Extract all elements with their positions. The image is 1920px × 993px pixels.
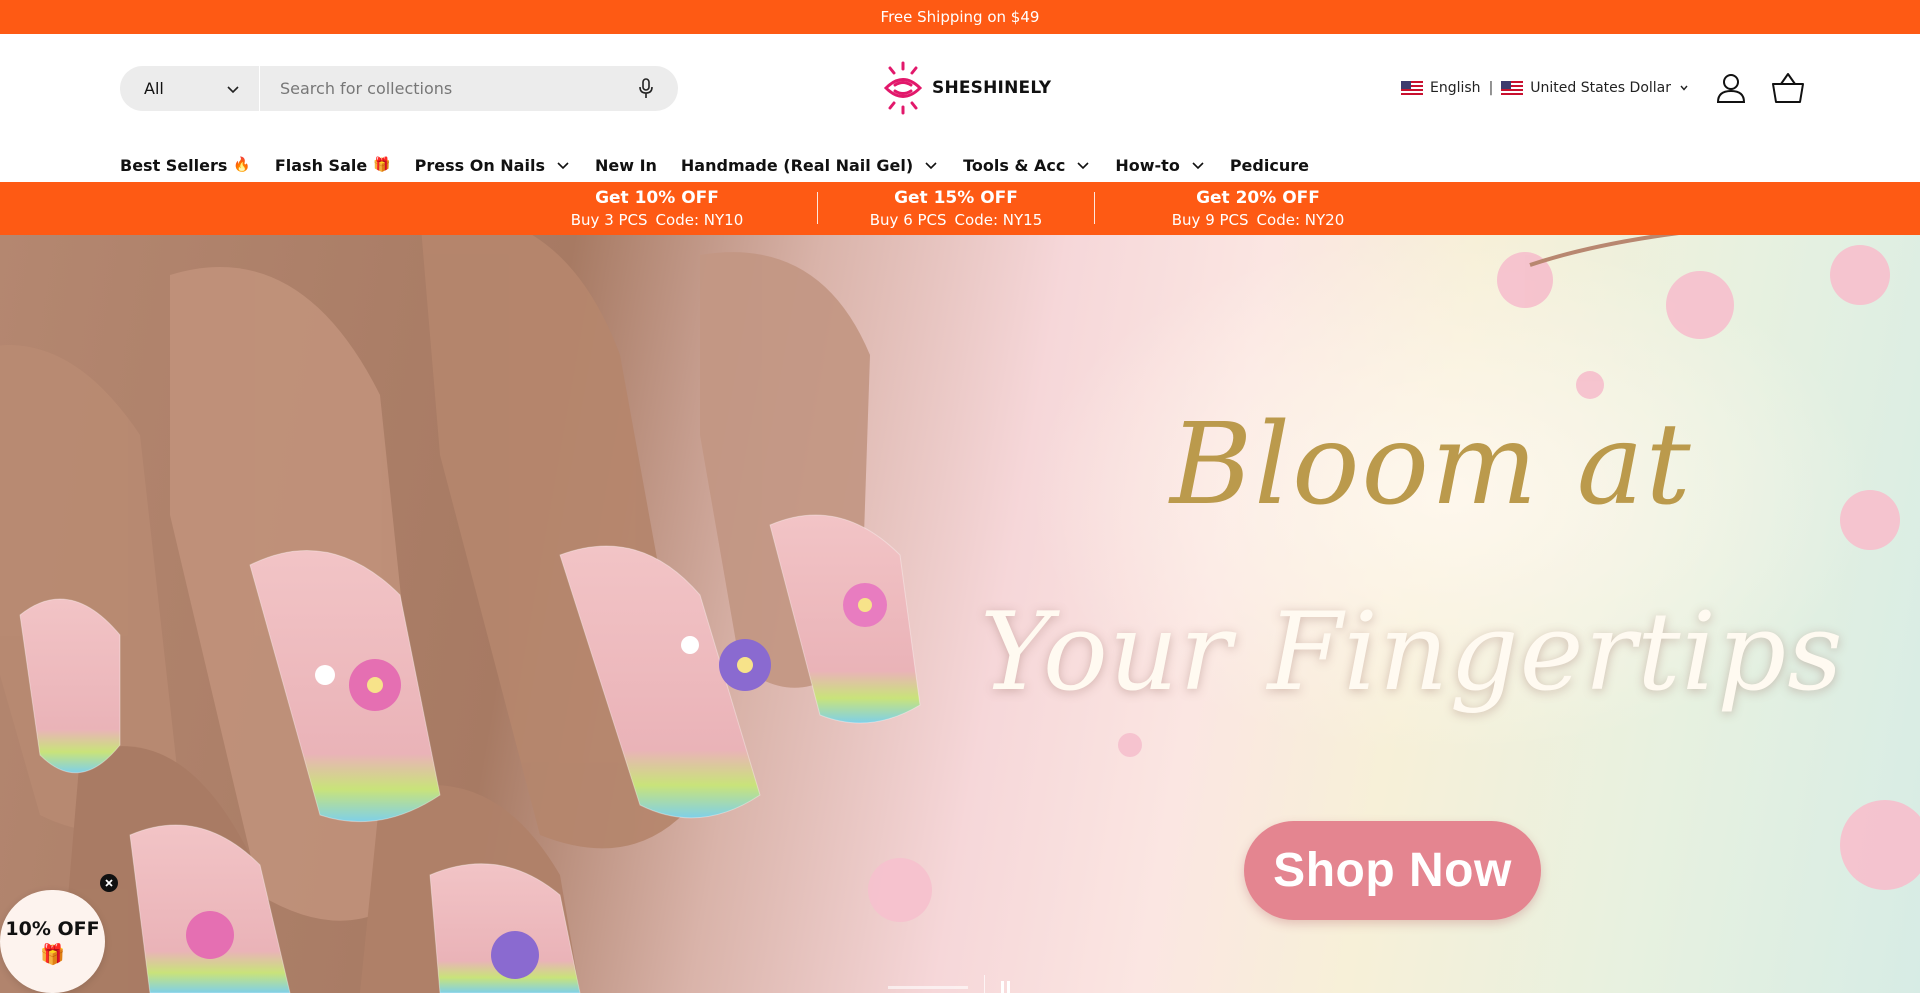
promo-divider <box>1094 192 1095 224</box>
promo-code: Code: NY20 <box>1256 211 1345 229</box>
promo-details: Buy 3 PCS Code: NY10 <box>527 211 787 229</box>
announcement-bar: Free Shipping on $49 <box>0 0 1920 34</box>
promo-item[interactable]: Get 20% OFF Buy 9 PCS Code: NY20 <box>1128 182 1388 235</box>
site-logo[interactable]: SHESHINELY <box>882 60 1051 116</box>
announcement-text: Free Shipping on $49 <box>880 8 1040 26</box>
promo-title: Get 10% OFF <box>595 188 719 208</box>
hero-headline-line2: Your Fingertips <box>980 590 1844 715</box>
logo-mark-icon <box>883 61 923 115</box>
nav-handmade-label: Handmade (Real Nail Gel) <box>680 155 914 175</box>
gift-icon: 🎁 <box>40 941 65 966</box>
promo-code: Code: NY15 <box>954 211 1043 229</box>
promo-strip: Get 10% OFF Buy 3 PCS Code: NY10 Get 15% … <box>0 182 1920 235</box>
us-flag-icon <box>1501 81 1524 95</box>
search-category-label: All <box>144 79 164 98</box>
promo-qty: Buy 3 PCS <box>570 211 648 229</box>
chevron-down-icon <box>227 86 239 94</box>
promo-divider <box>817 192 818 224</box>
microphone-icon[interactable] <box>636 77 656 101</box>
search-bar: All <box>120 66 678 111</box>
main-navigation: Best Sellers 🔥 Flash Sale 🎁 Press On Nai… <box>120 152 1333 178</box>
hero-banner[interactable]: Bloom at Your Fingertips Shop Now <box>0 235 1920 993</box>
logo-text: SHESHINELY <box>932 78 1052 98</box>
promo-title: Get 15% OFF <box>894 188 1018 208</box>
hero-headline-line1: Bloom at <box>1170 400 1693 530</box>
language-label: English <box>1430 80 1481 96</box>
nav-new-in-label: New In <box>594 155 657 175</box>
nav-best-sellers-label: Best Sellers <box>120 155 228 175</box>
promo-item[interactable]: Get 15% OFF Buy 6 PCS Code: NY15 <box>826 182 1086 235</box>
promo-details: Buy 9 PCS Code: NY20 <box>1128 211 1388 229</box>
pause-icon[interactable] <box>1001 981 1013 993</box>
chevron-down-icon <box>1192 162 1204 170</box>
locale-selector[interactable]: English | United States Dollar <box>1401 78 1689 98</box>
us-flag-icon <box>1401 81 1423 95</box>
locale-divider: | <box>1488 80 1494 96</box>
nav-best-sellers[interactable]: Best Sellers 🔥 <box>120 156 251 175</box>
cart-basket-icon[interactable] <box>1770 70 1806 106</box>
discount-offer-badge[interactable]: 10% OFF 🎁 <box>0 890 105 993</box>
fire-icon: 🔥 <box>233 157 251 173</box>
nav-pedicure[interactable]: Pedicure <box>1230 156 1309 175</box>
promo-qty: Buy 9 PCS <box>1171 211 1249 229</box>
offer-text: 10% OFF <box>5 917 100 940</box>
nav-new-in[interactable]: New In <box>595 156 657 175</box>
search-input[interactable] <box>260 66 636 111</box>
chevron-down-icon <box>1077 162 1089 170</box>
currency-label: United States Dollar <box>1530 80 1671 96</box>
nav-press-on-label: Press On Nails <box>414 155 545 175</box>
promo-title: Get 20% OFF <box>1196 188 1320 208</box>
shop-now-button[interactable]: Shop Now <box>1244 821 1541 920</box>
nav-press-on-nails[interactable]: Press On Nails <box>415 156 571 175</box>
chevron-down-icon <box>925 162 937 170</box>
promo-item[interactable]: Get 10% OFF Buy 3 PCS Code: NY10 <box>527 182 787 235</box>
promo-qty: Buy 6 PCS <box>869 211 947 229</box>
chevron-down-icon <box>557 162 569 170</box>
nav-flash-sale-label: Flash Sale <box>274 155 368 175</box>
nav-flash-sale[interactable]: Flash Sale 🎁 <box>275 156 391 175</box>
promo-code: Code: NY10 <box>655 211 744 229</box>
search-category-select[interactable]: All <box>120 66 260 111</box>
site-header: All SHESHINELY En <box>0 34 1920 182</box>
slide-progress-indicator[interactable] <box>888 986 968 989</box>
nav-howto-label: How-to <box>1115 155 1180 175</box>
slider-divider <box>984 975 985 993</box>
gift-icon: 🎁 <box>373 157 391 173</box>
nav-tools-acc[interactable]: Tools & Acc <box>963 156 1091 175</box>
slider-controls <box>888 973 1013 993</box>
nav-how-to[interactable]: How-to <box>1115 156 1205 175</box>
account-icon[interactable] <box>1713 70 1749 106</box>
nav-handmade[interactable]: Handmade (Real Nail Gel) <box>681 156 939 175</box>
close-icon[interactable] <box>100 874 118 892</box>
promo-details: Buy 6 PCS Code: NY15 <box>826 211 1086 229</box>
nav-pedicure-label: Pedicure <box>1229 155 1309 175</box>
chevron-down-icon <box>1680 85 1688 91</box>
nav-tools-label: Tools & Acc <box>963 155 1066 175</box>
